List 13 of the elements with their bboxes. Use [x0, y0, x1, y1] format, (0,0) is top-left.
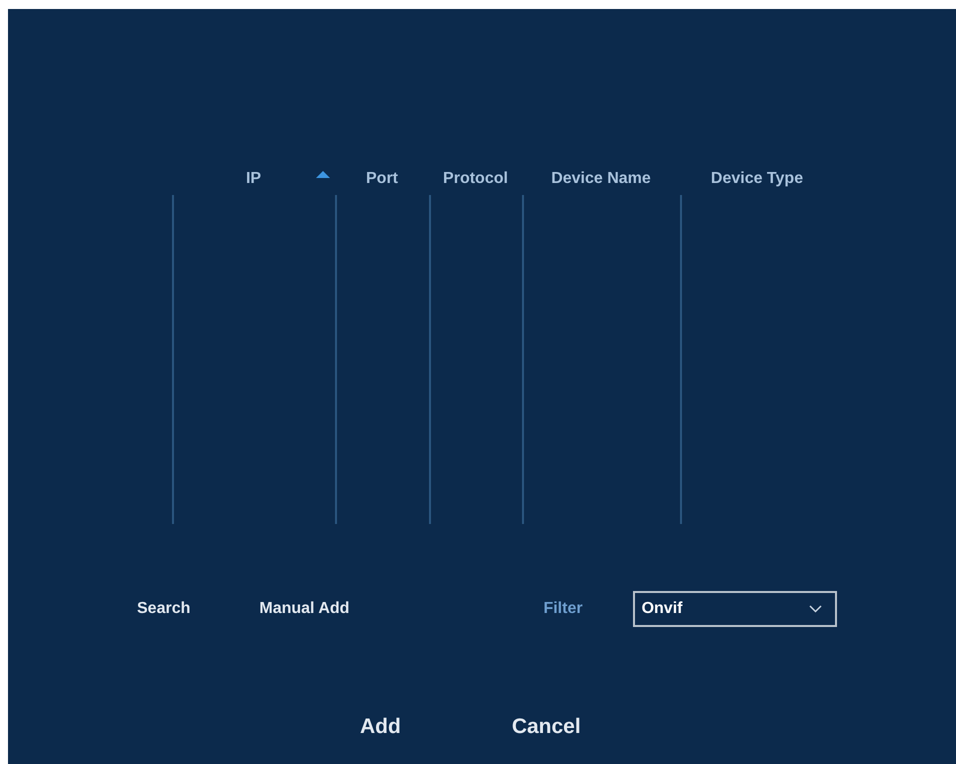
filter-dropdown[interactable]: Onvif [632, 591, 837, 627]
column-header[interactable]: Port [366, 170, 398, 187]
column-header[interactable]: Device Type [710, 170, 804, 187]
action-button[interactable]: Manual Add [259, 600, 350, 618]
chevron-down-icon [808, 605, 822, 613]
column-header[interactable]: IP [246, 170, 262, 187]
column-header[interactable]: Device Name [551, 170, 651, 187]
dialog-button[interactable]: Add [360, 715, 401, 739]
filter-label: Filter [543, 600, 583, 618]
action-button[interactable]: Search [137, 600, 190, 618]
dialog-button[interactable]: Cancel [512, 715, 581, 739]
sort-arrow-icon[interactable] [316, 171, 330, 178]
column-header[interactable]: Protocol [443, 170, 508, 187]
